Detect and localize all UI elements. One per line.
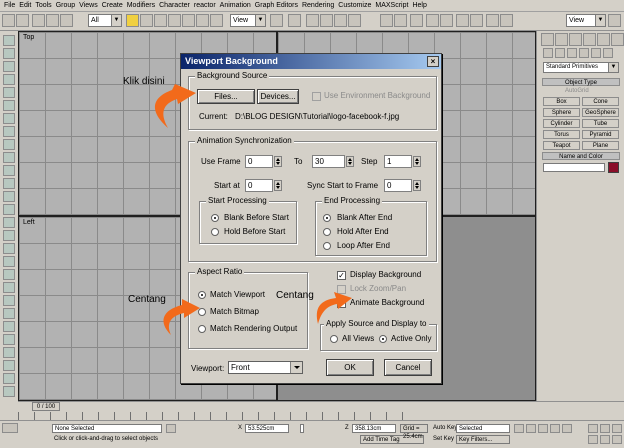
arrow-to-files-icon: [154, 84, 196, 128]
annotation-arrows: [154, 84, 352, 335]
arrow-to-animate-background-icon: [316, 292, 352, 324]
arrow-to-match-bitmap-icon: [163, 299, 200, 335]
